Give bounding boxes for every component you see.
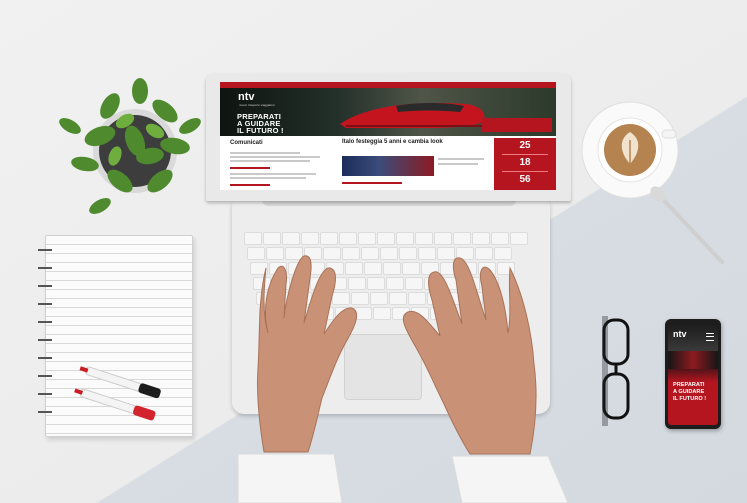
markers <box>74 366 161 421</box>
desk-scene: ntv nuovo trasporto viaggiatori PREPARAT… <box>0 0 747 503</box>
notebook-spiral <box>38 249 52 413</box>
eyeglasses <box>602 316 630 426</box>
logo-subtext: nuovo trasporto viaggiatori <box>239 103 275 107</box>
phone-screen: ntv PREPARATI A GUIDARE IL FUTURO ! <box>668 323 718 425</box>
typing-hands <box>238 255 568 503</box>
stat-value-3: 56 <box>519 174 531 185</box>
hero-title: PREPARATI A GUIDARE IL FUTURO ! <box>237 113 284 135</box>
text-line <box>342 182 402 184</box>
feature-column: Italo festeggia 5 anni e cambia look <box>338 138 490 190</box>
stat-value-1: 25 <box>519 140 531 151</box>
feature-image <box>342 156 434 176</box>
text-line <box>438 158 484 160</box>
text-line <box>230 177 306 179</box>
news-heading: Comunicati <box>230 140 263 146</box>
hamburger-menu-icon[interactable] <box>706 333 714 341</box>
text-line <box>230 173 316 175</box>
text-line <box>230 156 320 158</box>
text-line <box>230 184 270 186</box>
stat-value-2: 18 <box>519 157 531 168</box>
smartphone: ntv PREPARATI A GUIDARE IL FUTURO ! <box>665 319 721 429</box>
hero-cta-box[interactable] <box>482 118 552 132</box>
text-line <box>438 163 478 165</box>
hero-title-line-3: IL FUTURO ! <box>237 126 284 135</box>
coffee-cup <box>581 101 724 264</box>
phone-hero-title: PREPARATI A GUIDARE IL FUTURO ! <box>673 382 706 403</box>
ntv-logo[interactable]: ntv <box>238 91 255 103</box>
hero-banner: ntv nuovo trasporto viaggiatori PREPARAT… <box>220 82 556 136</box>
feature-heading[interactable]: Italo festeggia 5 anni e cambia look <box>342 139 482 145</box>
red-train-image <box>340 102 485 128</box>
text-line <box>230 152 300 154</box>
stat-divider <box>502 171 548 172</box>
phone-title-line-1: PREPARATI <box>673 382 705 388</box>
text-line <box>230 167 270 169</box>
phone-title-line-3: IL FUTURO ! <box>673 396 707 402</box>
stat-divider <box>502 154 548 155</box>
phone-ntv-logo[interactable]: ntv <box>673 329 687 339</box>
stats-column: 25 18 56 <box>494 138 556 190</box>
nav-bar <box>220 82 556 88</box>
laptop-screen: ntv nuovo trasporto viaggiatori PREPARAT… <box>220 82 556 190</box>
text-line <box>230 160 310 162</box>
phone-title-line-2: A GUIDARE <box>673 389 705 395</box>
phone-train-image <box>668 351 718 369</box>
potted-plant <box>59 78 201 214</box>
news-column: Comunicati <box>220 138 332 190</box>
